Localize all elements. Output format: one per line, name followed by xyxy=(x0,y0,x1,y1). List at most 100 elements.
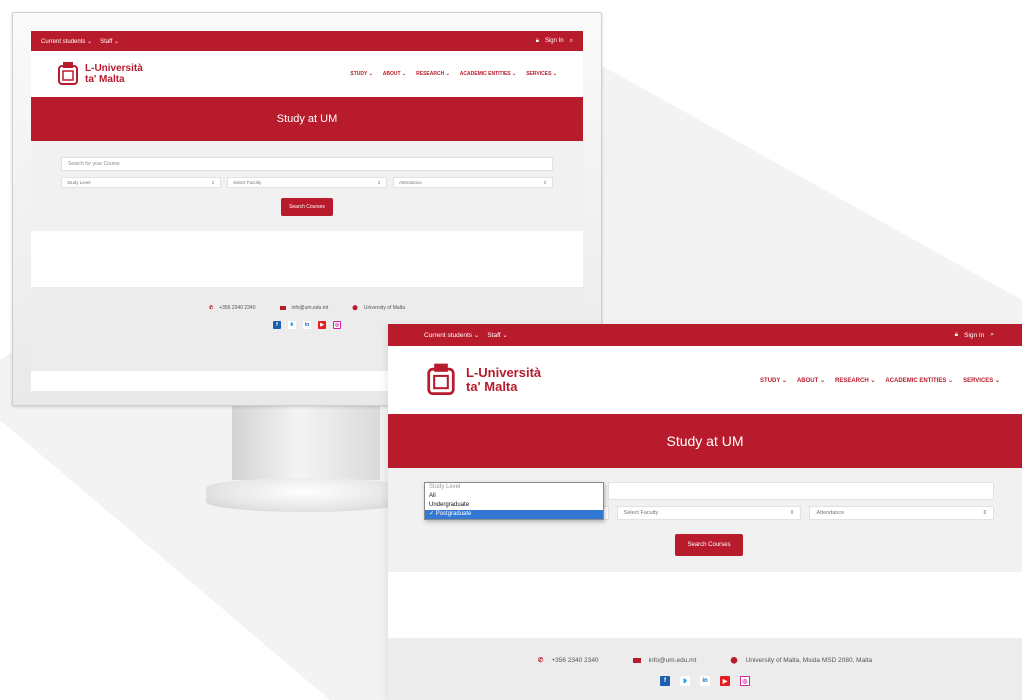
nav-academic-entities[interactable]: ACADEMIC ENTITIES ⌄ xyxy=(885,377,953,384)
university-logo[interactable]: L-Università ta' Malta xyxy=(426,363,541,397)
chevron-updown-icon: ⇕ xyxy=(543,179,547,185)
staff-link[interactable]: Staff ⌄ xyxy=(487,331,508,339)
nav-study[interactable]: STUDY ⌄ xyxy=(350,71,372,77)
address-text: University of Malta, Msida MSD 2080, Mal… xyxy=(745,656,873,664)
contact-phone[interactable]: ✆ +356 2340 2340 xyxy=(209,305,256,311)
email-address: info@um.edu.mt xyxy=(291,305,329,311)
hero-banner: Study at UM xyxy=(388,414,1022,468)
attendance-value: Attendance xyxy=(399,180,422,185)
map-pin-icon: ⬤ xyxy=(352,305,358,311)
phone-icon: ✆ xyxy=(537,657,544,664)
main-nav: STUDY ⌄ ABOUT ⌄ RESEARCH ⌄ ACADEMIC ENTI… xyxy=(350,71,557,77)
sign-in-link[interactable]: Sign In xyxy=(545,38,564,44)
hero-title: Study at UM xyxy=(276,113,338,125)
nav-services[interactable]: SERVICES ⌄ xyxy=(526,71,557,77)
attendance-select[interactable]: Attendance ⇕ xyxy=(393,177,553,188)
site-footer: ✆ +356 2340 2340 info@um.edu.mt ⬤ Univer… xyxy=(388,638,1022,700)
attendance-value: Attendance xyxy=(816,510,845,516)
course-search-panel: ⇕ Select Faculty ⇕ Attendance ⇕ Search C… xyxy=(388,468,1022,572)
course-search-panel: Search for your Course Study Level ⇕ Sel… xyxy=(31,141,583,231)
logo-line2: ta' Malta xyxy=(466,379,518,394)
site-header: L-Università ta' Malta STUDY ⌄ ABOUT ⌄ R… xyxy=(388,346,1022,414)
dropdown-option-all[interactable]: All xyxy=(425,492,603,501)
top-bar: Current students ⌄ Staff ⌄ 🔒︎ Sign In ⌕ xyxy=(388,324,1022,346)
social-links: f ❥ in ▶ ◎ xyxy=(660,676,750,686)
nav-research[interactable]: RESEARCH ⌄ xyxy=(416,71,450,77)
logo-line1: L-Università xyxy=(85,63,143,74)
search-icon[interactable]: ⌕ xyxy=(990,331,994,339)
hero-banner: Study at UM xyxy=(31,97,583,141)
envelope-icon xyxy=(279,306,286,310)
dropdown-option-undergraduate[interactable]: Undergraduate xyxy=(425,501,603,510)
content-spacer xyxy=(388,572,1022,638)
map-pin-icon: ⬤ xyxy=(730,657,738,664)
current-students-link[interactable]: Current students ⌄ xyxy=(424,331,479,339)
chevron-updown-icon: ⇕ xyxy=(211,179,215,185)
nav-about[interactable]: ABOUT ⌄ xyxy=(797,377,825,384)
search-courses-button[interactable]: Search Courses xyxy=(281,198,333,216)
phone-icon: ✆ xyxy=(209,305,214,311)
linkedin-icon[interactable]: in xyxy=(303,321,311,329)
main-nav: STUDY ⌄ ABOUT ⌄ RESEARCH ⌄ ACADEMIC ENTI… xyxy=(760,377,1000,384)
contact-address[interactable]: ⬤ University of Malta, Msida MSD 2080, M… xyxy=(730,656,873,665)
nav-research[interactable]: RESEARCH ⌄ xyxy=(835,377,875,384)
nav-academic-entities[interactable]: ACADEMIC ENTITIES ⌄ xyxy=(460,71,516,77)
course-search-input[interactable]: Search for your Course xyxy=(61,157,553,171)
search-courses-button[interactable]: Search Courses xyxy=(675,534,743,556)
chevron-updown-icon: ⇕ xyxy=(789,510,795,516)
contact-email[interactable]: info@um.edu.mt xyxy=(632,656,696,664)
contact-address[interactable]: ⬤ University of Malta xyxy=(352,305,405,311)
instagram-icon[interactable]: ◎ xyxy=(740,676,750,686)
contact-row: ✆ +356 2340 2340 info@um.edu.mt ⬤ Univer… xyxy=(537,656,873,665)
phone-number: +356 2340 2340 xyxy=(219,305,256,311)
current-students-link[interactable]: Current students ⌄ xyxy=(41,38,92,45)
front-browser-window: Current students ⌄ Staff ⌄ 🔒︎ Sign In ⌕ xyxy=(388,324,1022,700)
study-level-dropdown: Study Level All Undergraduate ✓ Postgrad… xyxy=(424,482,604,520)
chevron-updown-icon: ⇕ xyxy=(982,510,988,516)
search-icon[interactable]: ⌕ xyxy=(570,38,573,45)
monitor-neck xyxy=(232,406,380,480)
study-level-select[interactable]: Study Level ⇕ xyxy=(61,177,221,188)
monitor-base xyxy=(206,478,406,512)
logo-line2: ta' Malta xyxy=(85,74,125,85)
filter-row: Study Level ⇕ Select Faculty ⇕ Attendanc… xyxy=(61,177,553,188)
dropdown-option-placeholder: Study Level xyxy=(429,484,461,490)
course-search-placeholder: Search for your Course xyxy=(68,161,120,167)
faculty-value: Select Faculty xyxy=(233,180,262,185)
study-level-value: Study Level xyxy=(67,180,91,185)
sign-in-link[interactable]: Sign In xyxy=(964,332,984,339)
site-header: L-Università ta' Malta STUDY ⌄ ABOUT ⌄ R… xyxy=(31,51,583,97)
logo-line1: L-Università xyxy=(466,364,542,380)
youtube-icon[interactable]: ▶ xyxy=(720,676,730,686)
top-bar: Current students ⌄ Staff ⌄ 🔒︎ Sign In ⌕ xyxy=(31,31,583,51)
faculty-value: Select Faculty xyxy=(623,510,659,516)
contact-email[interactable]: info@um.edu.mt xyxy=(279,305,329,311)
twitter-icon[interactable]: ❥ xyxy=(288,321,296,329)
phone-number: +356 2340 2340 xyxy=(551,656,599,664)
social-links: f ❥ in ▶ ◎ xyxy=(273,321,341,329)
instagram-icon[interactable]: ◎ xyxy=(333,321,341,329)
mockup-stage: Current students ⌄ Staff ⌄ 🔒︎ Sign In ⌕ xyxy=(0,0,1022,700)
university-logo[interactable]: L-Università ta' Malta xyxy=(57,62,143,86)
hero-title: Study at UM xyxy=(666,433,744,449)
nav-services[interactable]: SERVICES ⌄ xyxy=(963,377,1000,384)
address-text: University of Malta xyxy=(363,305,405,311)
nav-about[interactable]: ABOUT ⌄ xyxy=(383,71,406,77)
facebook-icon[interactable]: f xyxy=(273,321,281,329)
youtube-icon[interactable]: ▶ xyxy=(318,321,326,329)
faculty-select[interactable]: Select Faculty ⇕ xyxy=(227,177,387,188)
staff-link[interactable]: Staff ⌄ xyxy=(100,38,119,45)
university-crest-icon xyxy=(58,62,78,85)
course-search-input[interactable] xyxy=(608,482,994,500)
contact-row: ✆ +356 2340 2340 info@um.edu.mt ⬤ Univer… xyxy=(209,305,405,311)
university-crest-icon xyxy=(427,363,455,395)
twitter-icon[interactable]: ❥ xyxy=(680,676,690,686)
dropdown-option-postgraduate[interactable]: ✓ Postgraduate xyxy=(425,510,603,519)
content-spacer xyxy=(31,231,583,287)
facebook-icon[interactable]: f xyxy=(660,676,670,686)
nav-study[interactable]: STUDY ⌄ xyxy=(760,377,787,384)
linkedin-icon[interactable]: in xyxy=(700,676,710,686)
faculty-select[interactable]: Select Faculty ⇕ xyxy=(616,506,802,520)
attendance-select[interactable]: Attendance ⇕ xyxy=(809,506,995,520)
contact-phone[interactable]: ✆ +356 2340 2340 xyxy=(537,656,599,665)
